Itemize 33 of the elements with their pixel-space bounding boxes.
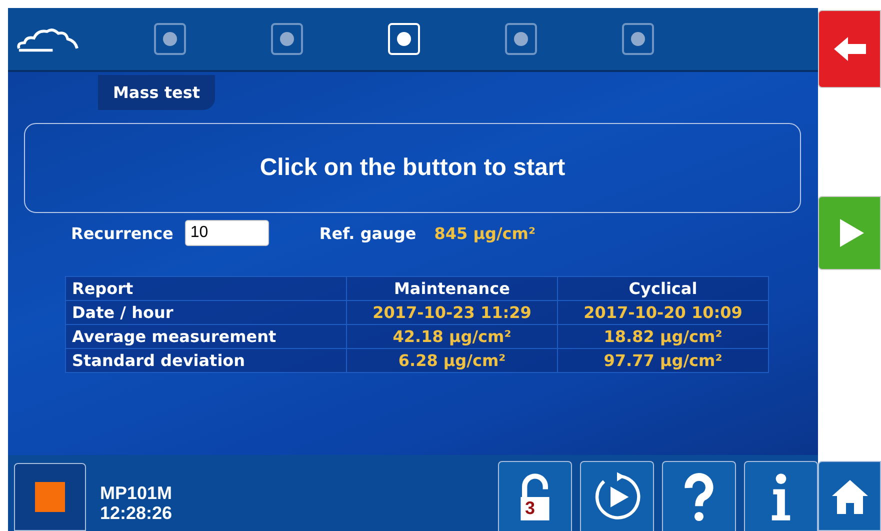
table-cell: 6.28 µg/cm² [346,348,558,372]
help-button[interactable] [662,461,736,531]
lock-button[interactable]: 3 [498,461,572,531]
column-header: Cyclical [558,276,768,300]
screen-tab[interactable]: Mass test [98,74,216,110]
recurrence-label: Recurrence [71,224,174,242]
clock-time: 12:28:26 [100,503,172,523]
start-button[interactable] [818,196,881,270]
table-cell: 97.77 µg/cm² [558,348,768,372]
info-button[interactable] [744,461,818,531]
lock-level-number: 3 [525,498,536,519]
ref-gauge-value: 845 µg/cm² [434,224,536,242]
step-indicator[interactable] [154,23,186,55]
step-indicator[interactable] [622,23,654,55]
recurrence-input[interactable]: 10 [185,220,270,246]
ref-gauge-label: Ref. gauge [319,224,416,242]
home-button[interactable] [818,461,881,531]
step-indicator[interactable] [505,23,537,55]
row-label: Average measurement [66,324,346,348]
stop-button[interactable] [14,463,86,531]
replay-button[interactable] [580,461,654,531]
back-button[interactable] [818,10,881,88]
row-label: Date / hour [66,300,346,324]
table-cell: 2017-10-20 10:09 [558,300,768,324]
device-name: MP101M [100,483,172,503]
column-header: Report [66,276,346,300]
instruction-message: Click on the button to start [24,123,801,213]
row-label: Standard deviation [66,348,346,372]
table-cell: 2017-10-23 11:29 [346,300,558,324]
column-header: Maintenance [346,276,558,300]
table-cell: 42.18 µg/cm² [346,324,558,348]
table-cell: 18.82 µg/cm² [558,324,768,348]
step-indicator[interactable] [271,23,303,55]
